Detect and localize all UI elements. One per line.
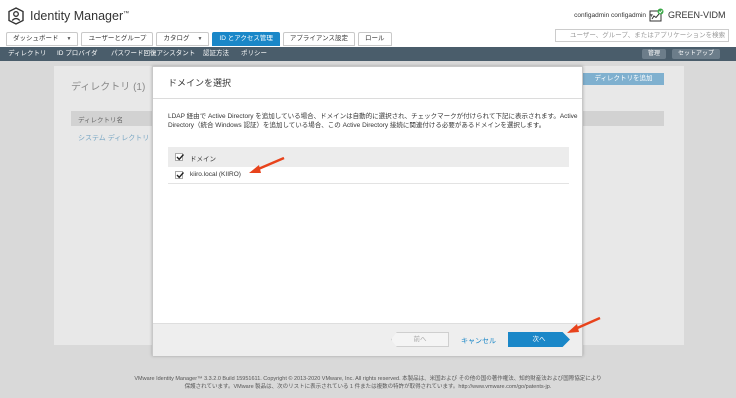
tab-dashboard[interactable]: ダッシュボード ▼: [6, 32, 79, 46]
subnav-policies[interactable]: ポリシー: [241, 47, 267, 61]
back-button[interactable]: 前へ: [391, 332, 449, 347]
subnav-directories[interactable]: ディレクトリ: [8, 47, 47, 61]
footer-patents-line: 保護されています。VMware 製品は、次のリストに表示されている 1 件または…: [184, 384, 552, 390]
page-footer: VMware Identity Manager™ 3.3.2.0 Build 1…: [0, 375, 736, 391]
search-input[interactable]: ユーザー、グループ、またはアプリケーションを検索: [555, 29, 729, 42]
subnav-identity-providers[interactable]: ID プロバイダ: [57, 47, 98, 61]
main-nav-tabs: ダッシュボード ▼ ユーザーとグループ カタログ ▼ ID とアクセス管理 アプライ…: [6, 32, 392, 46]
domain-row[interactable]: kiiro.local (KIIRO): [168, 167, 569, 184]
dialog-description: LDAP 経由で Active Directory を追加している場合、ドメイン…: [168, 113, 578, 129]
dialog-divider: [153, 98, 582, 99]
tab-roles[interactable]: ロール: [358, 32, 392, 46]
dialog-title: ドメインを選択: [168, 78, 232, 88]
checkmark-icon: [176, 154, 184, 161]
tab-appliance-settings[interactable]: アプライアンス設定: [282, 32, 355, 46]
identity-manager-logo-icon: [8, 7, 24, 25]
domain-table-header: ドメイン: [168, 147, 569, 167]
directories-title: ディレクトリ (1): [71, 82, 146, 93]
domain-column-header: ドメイン: [190, 156, 216, 163]
domain-label: kiiro.local (KIIRO): [190, 171, 241, 178]
tab-identity-access[interactable]: ID とアクセス管理: [212, 32, 280, 46]
select-all-checkbox[interactable]: [175, 153, 184, 161]
app-header: Identity Manager™ configadmin configadmi…: [0, 0, 736, 30]
subnav-password-recovery[interactable]: パスワード回復アシスタント: [111, 47, 195, 61]
chevron-down-icon: ▼: [197, 36, 203, 42]
annotation-arrow-icon: [567, 316, 601, 333]
domain-checkbox[interactable]: [175, 171, 184, 179]
chevron-down-icon: ▼: [66, 36, 72, 42]
directory-name-column-header: ディレクトリ名: [78, 117, 124, 124]
annotation-arrow-icon: [249, 156, 285, 173]
tenant-chart-check-icon: [649, 8, 664, 22]
checkmark-icon: [176, 172, 184, 179]
system-directory-link[interactable]: システム ディレクトリ: [78, 133, 149, 143]
cancel-button[interactable]: キャンセル: [461, 336, 496, 346]
sub-nav-bar: ディレクトリ ID プロバイダ パスワード回復アシスタント 認証方法 ポリシー …: [0, 47, 736, 61]
app-title: Identity Manager™: [30, 9, 130, 23]
footer-copyright-line: VMware Identity Manager™ 3.3.2.0 Build 1…: [134, 376, 602, 382]
tenant-name: GREEN-VIDM: [668, 10, 726, 20]
add-directory-button[interactable]: ディレクトリを追加: [583, 73, 664, 85]
user-menu[interactable]: configadmin configadmin ▼: [574, 12, 654, 19]
manage-button[interactable]: 管理: [642, 49, 667, 59]
dialog-footer: 前へ キャンセル 次へ: [153, 323, 582, 356]
next-button[interactable]: 次へ: [508, 332, 570, 347]
setup-button[interactable]: セットアップ: [672, 49, 721, 59]
tab-users-groups[interactable]: ユーザーとグループ: [81, 32, 154, 46]
select-domain-dialog: ドメインを選択 LDAP 経由で Active Directory を追加してい…: [152, 66, 583, 356]
tab-catalog[interactable]: カタログ ▼: [156, 32, 210, 46]
subnav-auth-methods[interactable]: 認証方法: [203, 47, 229, 61]
